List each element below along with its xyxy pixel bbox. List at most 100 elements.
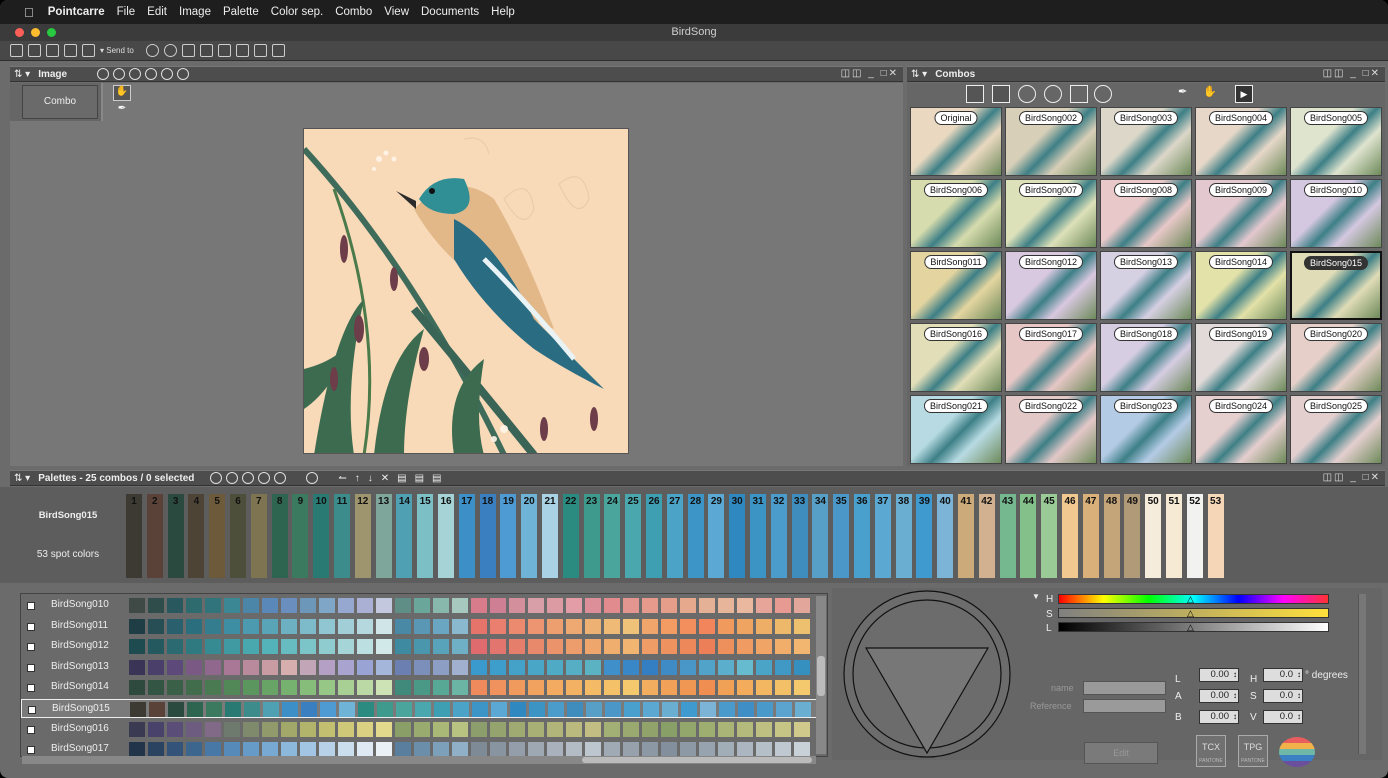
spot-color-chip[interactable]: 40 [937, 494, 954, 578]
spot-color-chip[interactable]: 3 [167, 494, 184, 578]
row-color-cell[interactable] [338, 680, 354, 696]
row-color-cell[interactable] [262, 639, 278, 655]
spot-color-chip[interactable]: 46 [1062, 494, 1078, 578]
open-folder-icon[interactable] [28, 44, 41, 57]
row-color-cell[interactable] [528, 721, 544, 737]
combo-list-row[interactable]: BirdSong012 [21, 637, 817, 656]
target-icon[interactable] [145, 68, 158, 80]
combo-thumbnail[interactable]: BirdSong018 [1100, 323, 1192, 392]
row-color-cell[interactable] [775, 742, 791, 756]
row-color-cell[interactable] [167, 618, 183, 634]
combo-list-row[interactable]: BirdSong017 [21, 740, 817, 756]
grid-icon[interactable] [217, 44, 231, 57]
row-color-cell[interactable] [320, 702, 336, 717]
repeat-icon[interactable] [181, 44, 195, 57]
row-color-cell[interactable] [642, 742, 658, 756]
row-color-cell[interactable] [129, 598, 145, 613]
spot-color-chip[interactable]: 49 [1124, 494, 1141, 578]
row-color-cell[interactable] [585, 618, 601, 634]
combo-thumbnail[interactable]: BirdSong014 [1195, 251, 1287, 320]
row-color-cell[interactable] [186, 639, 202, 655]
spot-color-chip[interactable]: 27 [666, 494, 683, 578]
row-color-cell[interactable] [129, 659, 145, 675]
row-color-cell[interactable] [756, 659, 772, 675]
spot-color-chip[interactable]: 33 [791, 494, 808, 578]
combo-list-hscrollbar[interactable] [22, 756, 816, 764]
row-color-cell[interactable] [699, 598, 715, 613]
search-combo-icon[interactable] [1044, 85, 1062, 103]
spot-color-chip[interactable]: 23 [583, 494, 600, 578]
combos-panel-menu-icon[interactable]: ⇅ ▾ [911, 69, 927, 80]
row-color-cell[interactable] [319, 680, 335, 696]
row-color-cell[interactable] [452, 721, 468, 737]
row-color-cell[interactable] [414, 680, 430, 696]
row-color-cell[interactable] [129, 721, 145, 737]
row-color-cell[interactable] [167, 721, 183, 737]
palette-info-icon[interactable] [306, 472, 319, 484]
row-color-cell[interactable] [719, 702, 735, 717]
row-color-cell[interactable] [224, 680, 240, 696]
row-color-cell[interactable] [357, 742, 373, 756]
row-color-cell[interactable] [224, 618, 240, 634]
row-color-cell[interactable] [585, 659, 601, 675]
row-color-cell[interactable] [281, 618, 297, 634]
combo-thumbnail[interactable]: BirdSong006 [910, 179, 1002, 248]
combo-thumbnail[interactable]: BirdSong010 [1290, 179, 1382, 248]
menu-color-sep[interactable]: Color sep. [271, 6, 323, 18]
row-color-cell[interactable] [357, 721, 373, 737]
move-icon[interactable] [129, 68, 142, 80]
spot-color-chip[interactable]: 6 [230, 494, 246, 578]
color-library-icon[interactable] [1279, 737, 1315, 767]
eyedropper-icon[interactable]: ✒ [113, 103, 131, 119]
row-color-cell[interactable] [680, 618, 696, 634]
hsl-dropdown-icon[interactable]: ▼ [1032, 592, 1040, 601]
combo-thumbnail[interactable]: BirdSong015 [1290, 251, 1382, 320]
row-color-cell[interactable] [547, 680, 563, 696]
apple-menu-icon[interactable]:  [24, 5, 34, 20]
spot-color-chip[interactable]: 36 [854, 494, 870, 578]
spot-color-chip[interactable]: 48 [1103, 494, 1120, 578]
row-color-cell[interactable] [301, 702, 317, 717]
hsv-s-field[interactable]: 0.0 [1263, 689, 1303, 703]
row-color-cell[interactable] [547, 639, 563, 655]
zoom-out-icon[interactable] [177, 68, 190, 80]
row-color-cell[interactable] [338, 598, 354, 613]
row-color-cell[interactable] [509, 598, 525, 613]
row-checkbox[interactable] [27, 622, 35, 631]
row-color-cell[interactable] [718, 618, 734, 634]
row-color-cell[interactable] [585, 721, 601, 737]
spot-color-chip[interactable]: 25 [625, 494, 642, 578]
row-color-cell[interactable] [433, 721, 449, 737]
row-color-cell[interactable] [528, 598, 544, 613]
row-color-cell[interactable] [547, 742, 563, 756]
row-color-cell[interactable] [471, 618, 487, 634]
row-color-cell[interactable] [148, 680, 164, 696]
row-color-cell[interactable] [244, 702, 260, 717]
row-color-cell[interactable] [490, 742, 506, 756]
row-color-cell[interactable] [395, 639, 411, 655]
row-color-cell[interactable] [376, 639, 392, 655]
combos-panel-window-controls[interactable]: ◫◫ _ □✕ [1323, 68, 1381, 79]
row-color-cell[interactable] [262, 659, 278, 675]
spot-color-chip[interactable]: 1 [126, 494, 142, 578]
row-color-cell[interactable] [167, 680, 183, 696]
row-color-cell[interactable] [681, 702, 697, 717]
row-color-cell[interactable] [205, 639, 221, 655]
row-color-cell[interactable] [566, 659, 582, 675]
row-color-cell[interactable] [623, 639, 639, 655]
combo-list-row[interactable]: BirdSong011 [21, 617, 817, 636]
hue-slider[interactable]: △ [1058, 594, 1329, 604]
row-color-cell[interactable] [243, 618, 259, 634]
row-checkbox[interactable] [28, 706, 36, 714]
color-triangle-picker[interactable] [832, 588, 1022, 760]
row-color-cell[interactable] [471, 721, 487, 737]
row-color-cell[interactable] [206, 702, 222, 717]
row-color-cell[interactable] [604, 598, 620, 613]
row-color-cell[interactable] [547, 721, 563, 737]
row-color-cell[interactable] [737, 742, 753, 756]
redo-icon[interactable] [163, 44, 177, 57]
spot-color-chip[interactable]: 30 [729, 494, 746, 578]
row-color-cell[interactable] [357, 659, 373, 675]
row-color-cell[interactable] [661, 680, 677, 696]
combo-thumbnail[interactable]: BirdSong019 [1195, 323, 1287, 392]
